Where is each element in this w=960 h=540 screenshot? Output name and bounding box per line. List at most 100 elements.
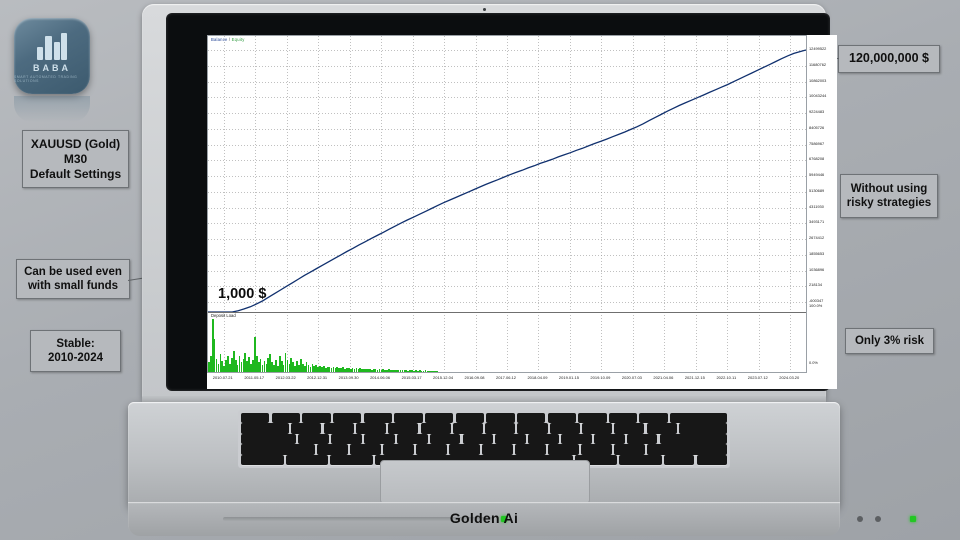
x-tick-label: 2016.09.08 (464, 375, 485, 380)
y-tick-label: 6768208 (809, 156, 825, 162)
keyboard-key[interactable] (646, 423, 677, 434)
callout-symbol-line-3: Default Settings (29, 166, 122, 181)
keyboard-key[interactable] (285, 454, 329, 466)
callout-symbol: XAUUSD (Gold) M30 Default Settings (22, 130, 129, 188)
keyboard-key[interactable] (429, 433, 461, 445)
x-tick-label: 2021.04.06 (653, 375, 674, 380)
y-tick-label: 5949446 (809, 172, 825, 177)
callout-stable: Stable: 2010-2024 (30, 330, 121, 372)
keyboard-key[interactable] (364, 433, 395, 445)
keyboard-key[interactable] (331, 433, 362, 445)
keyboard-key[interactable] (291, 423, 322, 434)
balance-line (208, 50, 806, 312)
baba-logo: BABA SMART AUTOMATED TRADING SOLUTIONS (14, 18, 90, 94)
screen-bezel: Balance / Equity Deposit Load 1,000 $ 12 (166, 13, 837, 391)
keyboard-key[interactable] (516, 413, 546, 424)
keyboard-key[interactable] (302, 413, 331, 424)
logo-reflection (14, 96, 90, 122)
screen: Balance / Equity Deposit Load 1,000 $ 12 (207, 35, 837, 389)
x-tick-label: 2023.07.12 (747, 375, 768, 380)
keyboard-key[interactable] (388, 423, 419, 434)
x-tick-label: 2019.10.09 (590, 375, 611, 380)
keyboard-key[interactable] (462, 433, 494, 445)
x-tick-label: 2019.01.15 (558, 375, 579, 380)
y-tick-label: 8405726 (809, 124, 825, 130)
keyboard-key[interactable] (646, 444, 727, 455)
keyboard-key[interactable] (424, 413, 454, 424)
x-tick-label: 2010.07.21 (212, 375, 233, 380)
x-tick-label: 2017.06.12 (495, 375, 517, 380)
keyboard-key[interactable] (495, 433, 527, 445)
x-tick-label: 2022.10.11 (716, 375, 737, 380)
x-tick-label: 2021.12.15 (684, 375, 705, 380)
keyboard-key[interactable] (659, 433, 728, 445)
keyboard-key[interactable] (515, 444, 546, 455)
keyboard-key[interactable] (416, 444, 447, 455)
keyboard-key[interactable] (271, 413, 301, 424)
x-tick-label: 2015.03.17 (401, 375, 422, 380)
keyboard-key[interactable] (547, 444, 579, 455)
keyboard-key[interactable] (486, 413, 515, 424)
keyboard-key[interactable] (240, 423, 290, 434)
chart-y-axis: 12499522 11680762 10862003 10043244 9224483 8… (807, 35, 837, 373)
keyboard-key[interactable] (664, 454, 695, 466)
callout-symbol-line-1: XAUUSD (Gold) (30, 136, 121, 151)
logo-chart-icon (35, 30, 69, 60)
keyboard-key[interactable] (240, 433, 297, 445)
keyboard-key[interactable] (549, 423, 580, 434)
keyboard-key[interactable] (547, 413, 576, 424)
keyboard-key[interactable] (614, 423, 645, 434)
equity-chart: Balance / Equity Deposit Load 1,000 $ 12 (207, 35, 837, 389)
keyboard-key[interactable] (581, 423, 613, 434)
keyboard-key[interactable] (639, 413, 668, 424)
callout-no-risky-strategies: Without using risky strategies (840, 174, 938, 218)
keyboard-key[interactable] (455, 413, 485, 424)
keyboard-key[interactable] (383, 444, 414, 455)
keyboard-key[interactable] (626, 433, 658, 445)
keyboard-key[interactable] (317, 444, 348, 455)
y-tick-label: 4311930 (809, 203, 824, 209)
keyboard-key[interactable] (298, 433, 329, 445)
keyboard-key[interactable] (323, 423, 354, 434)
keyboard-key[interactable] (240, 413, 270, 424)
keyboard-key[interactable] (394, 413, 423, 424)
keyboard-key[interactable] (561, 433, 592, 445)
keyboard-row (240, 433, 728, 445)
callout-small-funds: Can be used even with small funds (16, 259, 130, 299)
keyboard-key[interactable] (678, 423, 728, 434)
keyboard-key[interactable] (449, 444, 480, 455)
keyboard-key[interactable] (330, 454, 373, 466)
y-tick-label: 12499522 (809, 46, 827, 51)
trackpad[interactable] (380, 460, 590, 504)
y-tick-label: 10043244 (809, 93, 827, 99)
callout-funds-line-2: with small funds (27, 280, 119, 292)
keyboard-key[interactable] (485, 423, 516, 434)
keyboard-row (240, 413, 728, 424)
keyboard-key[interactable] (350, 444, 381, 455)
keyboard-key[interactable] (241, 444, 315, 455)
keyboard-key[interactable] (619, 454, 662, 466)
keyboard-key[interactable] (482, 444, 513, 455)
keyboard-key[interactable] (363, 413, 393, 424)
keyboard-key[interactable] (241, 454, 284, 466)
keyboard-key[interactable] (580, 444, 612, 455)
keyboard-key[interactable] (396, 433, 428, 445)
keyboard-key[interactable] (613, 444, 645, 455)
keyboard-key[interactable] (696, 454, 727, 466)
callout-risky-line-1: Without using (850, 182, 928, 195)
keyboard-key[interactable] (670, 413, 728, 424)
keyboard-key[interactable] (608, 413, 638, 424)
keyboard-key[interactable] (528, 433, 559, 445)
keyboard-key[interactable] (332, 413, 362, 424)
y-axis-percent-bottom: 0.0% (809, 360, 818, 365)
keyboard-key[interactable] (578, 413, 607, 424)
y-tick-label: 2674412 (809, 235, 825, 240)
keyboard-key[interactable] (355, 423, 387, 434)
keyboard-key[interactable] (420, 423, 451, 434)
keyboard-key[interactable] (593, 433, 625, 445)
callout-risk-line-1: Only 3% risk (854, 334, 925, 347)
x-tick-label: 2015.12.04 (433, 375, 454, 380)
keyboard-key[interactable] (517, 423, 548, 434)
y-tick-label: 3493171 (809, 219, 825, 225)
keyboard-key[interactable] (452, 423, 483, 434)
